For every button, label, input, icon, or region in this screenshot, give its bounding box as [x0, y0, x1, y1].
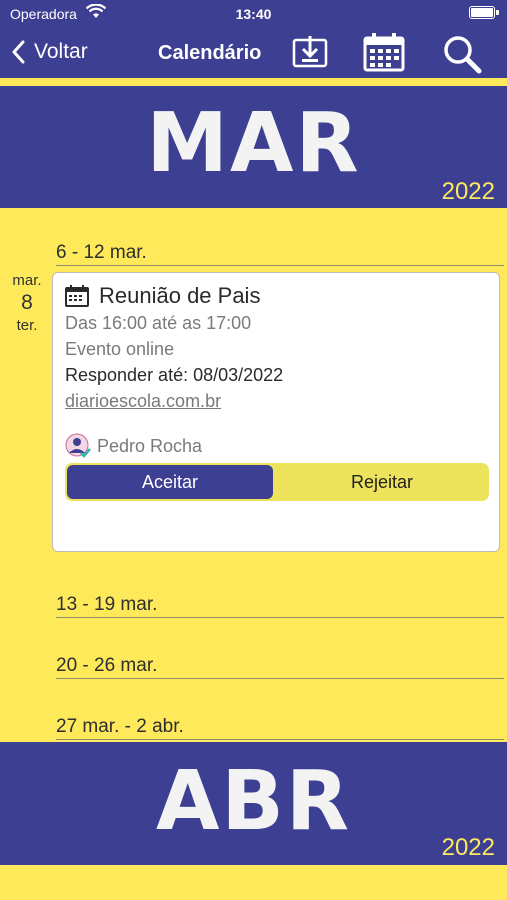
event-location: Evento online [65, 339, 175, 359]
accept-button[interactable]: Aceitar [67, 465, 273, 499]
navigation-bar: Voltar Calendário [0, 28, 507, 78]
clock: 13:40 [235, 6, 272, 22]
day-weekday: ter. [16, 317, 38, 334]
event-link[interactable]: diarioescola.com.br [65, 391, 221, 412]
search-icon[interactable] [442, 34, 482, 79]
month-year: 2022 [441, 834, 495, 861]
calendar-icon [65, 285, 89, 307]
month-banner-mar: MAR 2022 [0, 86, 507, 208]
month-banner-abr: ABR 2022 [0, 742, 507, 865]
battery-icon [469, 6, 495, 19]
event-card[interactable]: Reunião de Pais Das 16:00 até as 17:00 E… [52, 272, 500, 552]
event-title: Reunião de Pais [99, 283, 261, 308]
organizer-name: Pedro Rocha [97, 435, 203, 456]
week-header: 20 - 26 mar. [56, 655, 504, 679]
avatar-icon [65, 433, 91, 458]
back-button[interactable]: Voltar [12, 40, 88, 64]
event-organizer: Pedro Rocha [65, 433, 202, 459]
day-month: mar. [12, 272, 42, 289]
day-label: mar. 8 ter. [6, 272, 48, 334]
month-name: MAR [146, 96, 361, 191]
page-title: Calendário [158, 42, 262, 64]
reject-button[interactable]: Rejeitar [277, 465, 487, 499]
day-number: 8 [21, 291, 33, 314]
week-header: 13 - 19 mar. [56, 594, 504, 618]
month-name: ABR [155, 754, 352, 849]
month-year: 2022 [441, 178, 495, 205]
week-header: 27 mar. - 2 abr. [56, 716, 504, 740]
week-header: 6 - 12 mar. [56, 242, 504, 266]
download-icon[interactable] [292, 34, 328, 75]
rsvp-segmented-control: Aceitar Rejeitar [65, 463, 489, 501]
event-reply-deadline: Responder até: 08/03/2022 [65, 365, 284, 385]
calendar-icon[interactable] [362, 32, 406, 77]
status-bar: Operadora 13:40 [0, 0, 507, 28]
chevron-left-icon [12, 40, 25, 64]
event-time: Das 16:00 até as 17:00 [65, 313, 252, 333]
back-label: Voltar [34, 40, 88, 63]
